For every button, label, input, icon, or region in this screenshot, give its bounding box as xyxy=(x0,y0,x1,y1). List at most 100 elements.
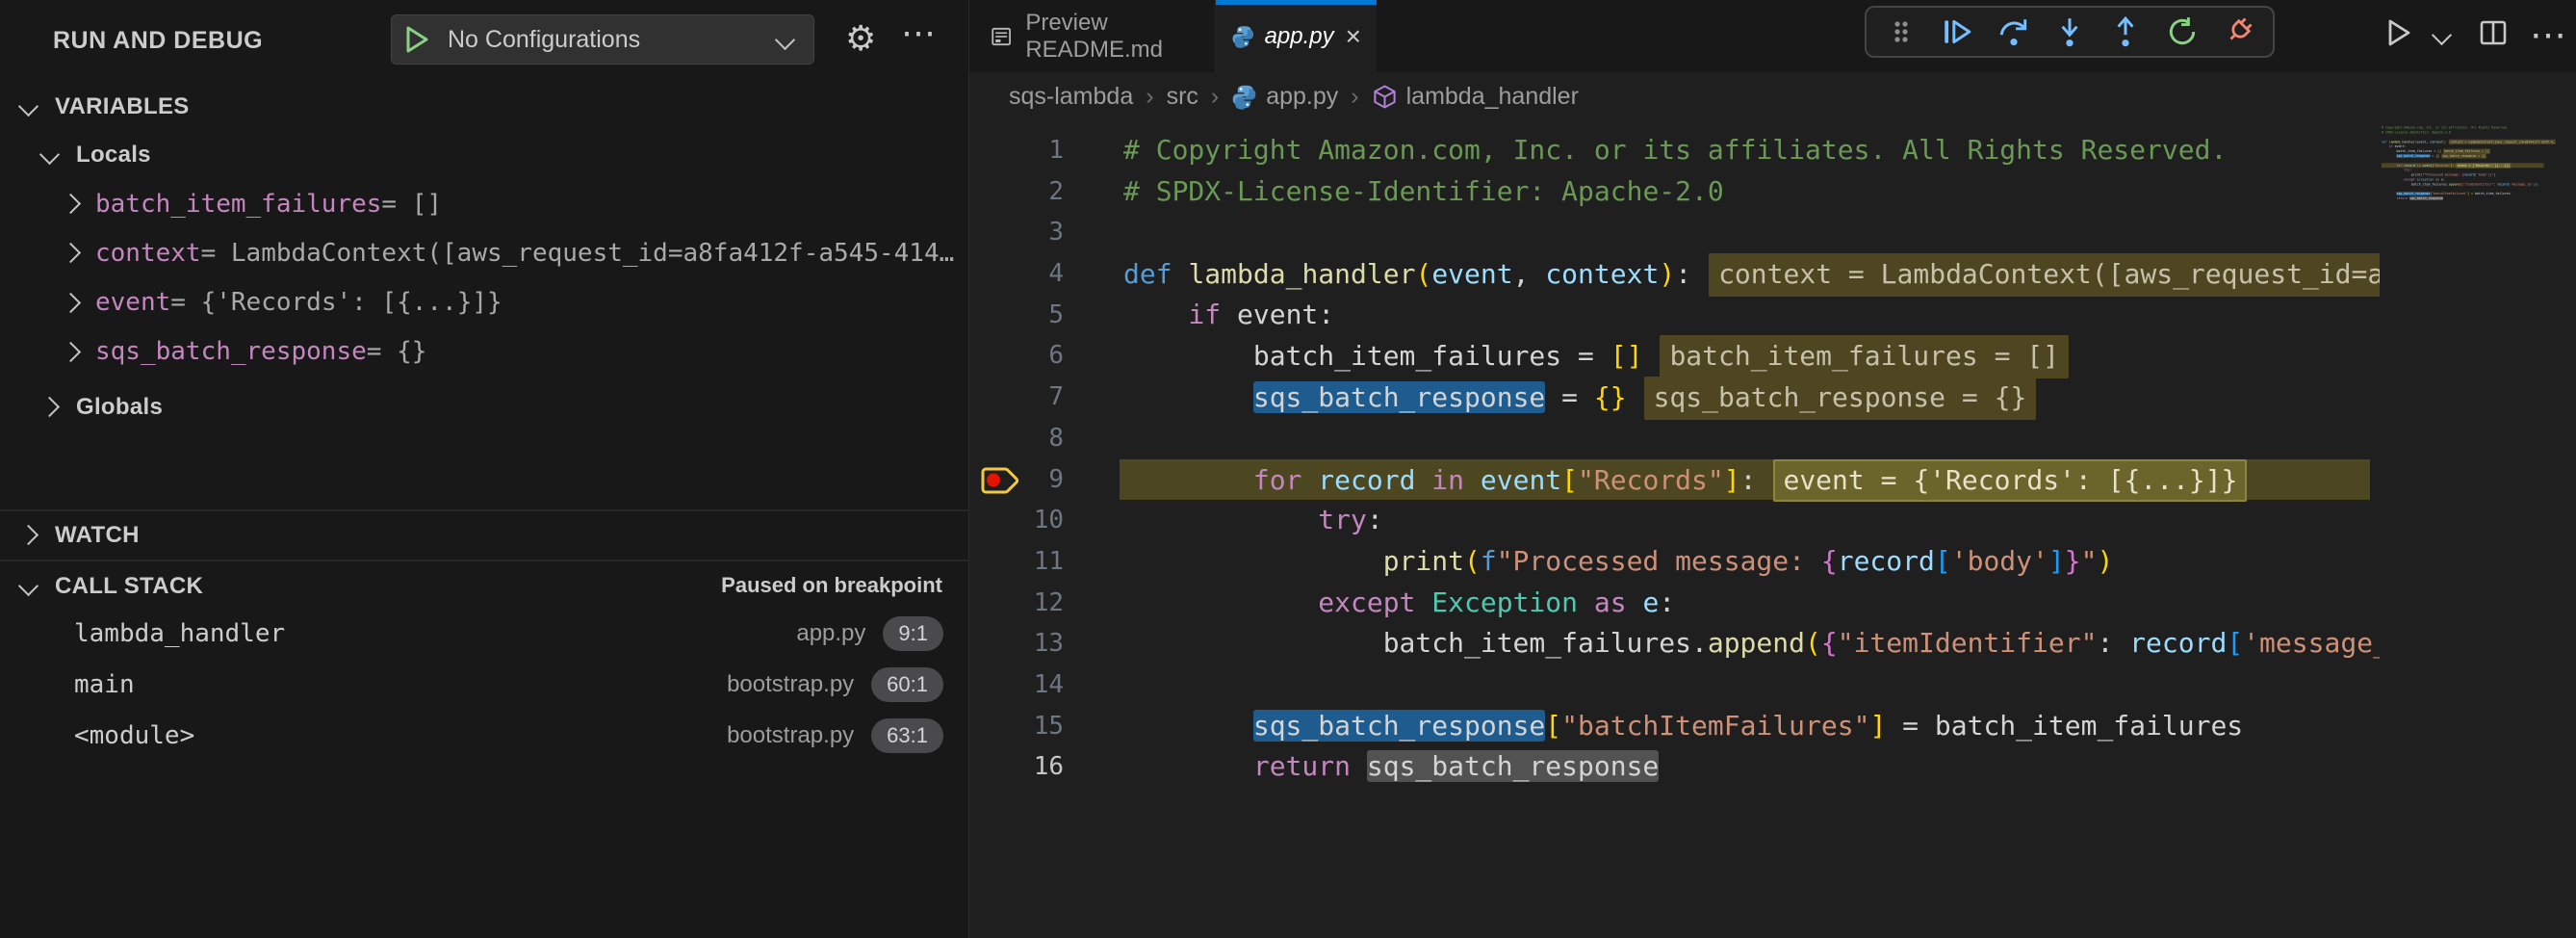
tab-app-py[interactable]: app.py × xyxy=(1216,0,1377,72)
code-line[interactable]: 12except Exception as e: xyxy=(969,583,2380,624)
line-number[interactable]: 4 xyxy=(969,253,1123,295)
code-token: Exception xyxy=(1431,586,1578,618)
code-line-text: batch_item_failures = []batch_item_failu… xyxy=(1123,335,2069,377)
inline-debug-value: sqs_batch_response = {} xyxy=(2441,153,2486,158)
line-number[interactable]: 7 xyxy=(969,377,1123,418)
watch-section-header[interactable]: WATCH xyxy=(0,510,969,560)
start-debugging-icon[interactable] xyxy=(392,24,442,55)
continue-icon[interactable] xyxy=(1938,13,1976,51)
line-number[interactable]: 12 xyxy=(969,583,1123,624)
breadcrumb-separator: › xyxy=(1146,83,1153,111)
stack-frame[interactable]: lambda_handlerapp.py9:1 xyxy=(0,609,969,658)
line-number[interactable]: 11 xyxy=(969,541,1123,583)
code-line[interactable]: 11print(f"Processed message: {record['bo… xyxy=(969,541,2380,583)
code-line[interactable]: 10try: xyxy=(969,500,2380,541)
code-token: # SPDX-License-Identifier: Apache-2.0 xyxy=(1123,175,1724,207)
close-tab-icon[interactable]: × xyxy=(1346,21,1361,52)
variables-section-header[interactable]: VARIABLES xyxy=(0,82,969,131)
step-out-icon[interactable] xyxy=(2106,13,2145,51)
breadcrumb-item-src[interactable]: src xyxy=(1167,83,1198,111)
code-line[interactable]: 8 xyxy=(969,418,2380,459)
code-line[interactable]: 16return sqs_batch_response xyxy=(969,746,2380,788)
code-line[interactable]: 13batch_item_failures.append({"itemIdent… xyxy=(969,623,2380,664)
run-dropdown-icon[interactable] xyxy=(2432,25,2452,45)
symbol-method-icon xyxy=(1372,84,1398,110)
debug-configuration-dropdown[interactable]: No Configurations xyxy=(391,14,814,65)
code-token: record xyxy=(2129,627,2227,659)
code-line[interactable]: 5if event: xyxy=(969,295,2380,336)
stack-frame[interactable]: <module>bootstrap.py63:1 xyxy=(0,711,969,760)
variable-row[interactable]: event = {'Records': [{...}]} xyxy=(0,278,969,327)
code-token: , xyxy=(1513,258,1546,290)
tab-preview-readme[interactable]: Preview README.md xyxy=(969,0,1216,72)
line-number[interactable]: 16 xyxy=(969,746,1123,788)
variable-row[interactable]: context = LambdaContext([aws_request_id=… xyxy=(0,228,969,277)
code-token: context xyxy=(2430,140,2443,143)
line-number[interactable]: 8 xyxy=(969,418,1123,459)
code-line[interactable]: 9for record in event["Records"]:event = … xyxy=(969,459,2380,501)
disconnect-icon[interactable] xyxy=(2219,13,2257,51)
code-line[interactable]: 15sqs_batch_response["batchItemFailures"… xyxy=(969,706,2380,747)
code-line[interactable]: 1# Copyright Amazon.com, Inc. or its aff… xyxy=(969,130,2380,171)
code-line[interactable]: 4def lambda_handler(event, context):cont… xyxy=(969,253,2380,295)
code-line-text: return sqs_batch_response xyxy=(2382,196,2443,201)
code-token: : xyxy=(2409,169,2411,172)
stack-frame[interactable]: mainbootstrap.py60:1 xyxy=(0,660,969,709)
line-number[interactable]: 1 xyxy=(969,130,1123,171)
breadcrumb-separator: › xyxy=(1351,83,1358,111)
code-token: in xyxy=(1415,464,1480,496)
locals-scope-row[interactable]: Locals xyxy=(0,130,969,179)
breadcrumb-label: src xyxy=(1167,83,1198,111)
inline-debug-value: event = {'Records': [{...}]} xyxy=(2457,163,2512,168)
breakpoint-current-line-icon[interactable] xyxy=(979,464,1023,496)
variable-value: = [] xyxy=(381,190,442,219)
code-token: = batch_item_failures xyxy=(2469,192,2511,195)
code-line: batch_item_failures.append({"itemIdentif… xyxy=(2382,182,2543,187)
line-number[interactable]: 15 xyxy=(969,706,1123,747)
code-line[interactable]: 3 xyxy=(969,212,2380,253)
line-number[interactable]: 2 xyxy=(969,171,1123,213)
code-line-text: try: xyxy=(1123,500,1383,541)
line-number[interactable]: 10 xyxy=(969,500,1123,541)
run-python-file-icon[interactable] xyxy=(2384,17,2413,53)
split-editor-icon[interactable] xyxy=(2478,17,2509,53)
breadcrumb-item-lambda-handler[interactable]: lambda_handler xyxy=(1372,83,1579,111)
line-number[interactable]: 6 xyxy=(969,335,1123,377)
more-actions-icon[interactable]: ⋯ xyxy=(2530,21,2566,50)
code-line[interactable]: 7sqs_batch_response = {}sqs_batch_respon… xyxy=(969,377,2380,418)
code-line[interactable]: 2# SPDX-License-Identifier: Apache-2.0 xyxy=(969,171,2380,213)
code-line[interactable]: 14 xyxy=(969,664,2380,706)
variable-row[interactable]: batch_item_failures = [] xyxy=(0,179,969,228)
breadcrumb-item-app-py[interactable]: app.py xyxy=(1231,83,1338,111)
code-token: {} xyxy=(2435,154,2439,158)
code-token: Exception xyxy=(2417,177,2434,181)
code-token: batch_item_failures = xyxy=(1253,340,1610,372)
code-token: "itemIdentifier" xyxy=(2463,182,2493,186)
line-number[interactable]: 14 xyxy=(969,664,1123,706)
minimap[interactable]: # Copyright Amazon.com, Inc. or its affi… xyxy=(2382,125,2564,433)
step-into-icon[interactable] xyxy=(2050,13,2089,51)
step-over-icon[interactable] xyxy=(1995,13,2033,51)
code-token: as xyxy=(1578,586,1642,618)
line-column-badge: 63:1 xyxy=(871,718,943,753)
drag-handle-icon[interactable] xyxy=(1882,13,1920,51)
code-token: ( xyxy=(1805,627,1821,659)
breadcrumb-item-sqs-lambda[interactable]: sqs-lambda xyxy=(1009,83,1133,111)
code-token: record xyxy=(2463,173,2475,177)
run-and-debug-panel: RUN AND DEBUG No Configurations ⚙ ⋯ VARI… xyxy=(0,0,969,938)
code-token: " xyxy=(2081,545,2098,577)
variable-row[interactable]: sqs_batch_response = {} xyxy=(0,327,969,377)
restart-icon[interactable] xyxy=(2163,13,2202,51)
code-editor[interactable]: 1# Copyright Amazon.com, Inc. or its aff… xyxy=(969,130,2380,788)
line-number[interactable]: 3 xyxy=(969,212,1123,253)
chevron-right-icon xyxy=(61,243,81,263)
chevron-down-icon xyxy=(39,144,60,165)
code-token: sqs_batch_response xyxy=(2397,154,2431,158)
gear-icon[interactable]: ⚙ xyxy=(845,21,876,56)
more-actions-icon[interactable]: ⋯ xyxy=(901,15,936,50)
code-token: event xyxy=(2417,140,2427,143)
code-line[interactable]: 6batch_item_failures = []batch_item_fail… xyxy=(969,335,2380,377)
line-number[interactable]: 5 xyxy=(969,295,1123,336)
globals-scope-row[interactable]: Globals xyxy=(0,382,969,431)
line-number[interactable]: 13 xyxy=(969,623,1123,664)
